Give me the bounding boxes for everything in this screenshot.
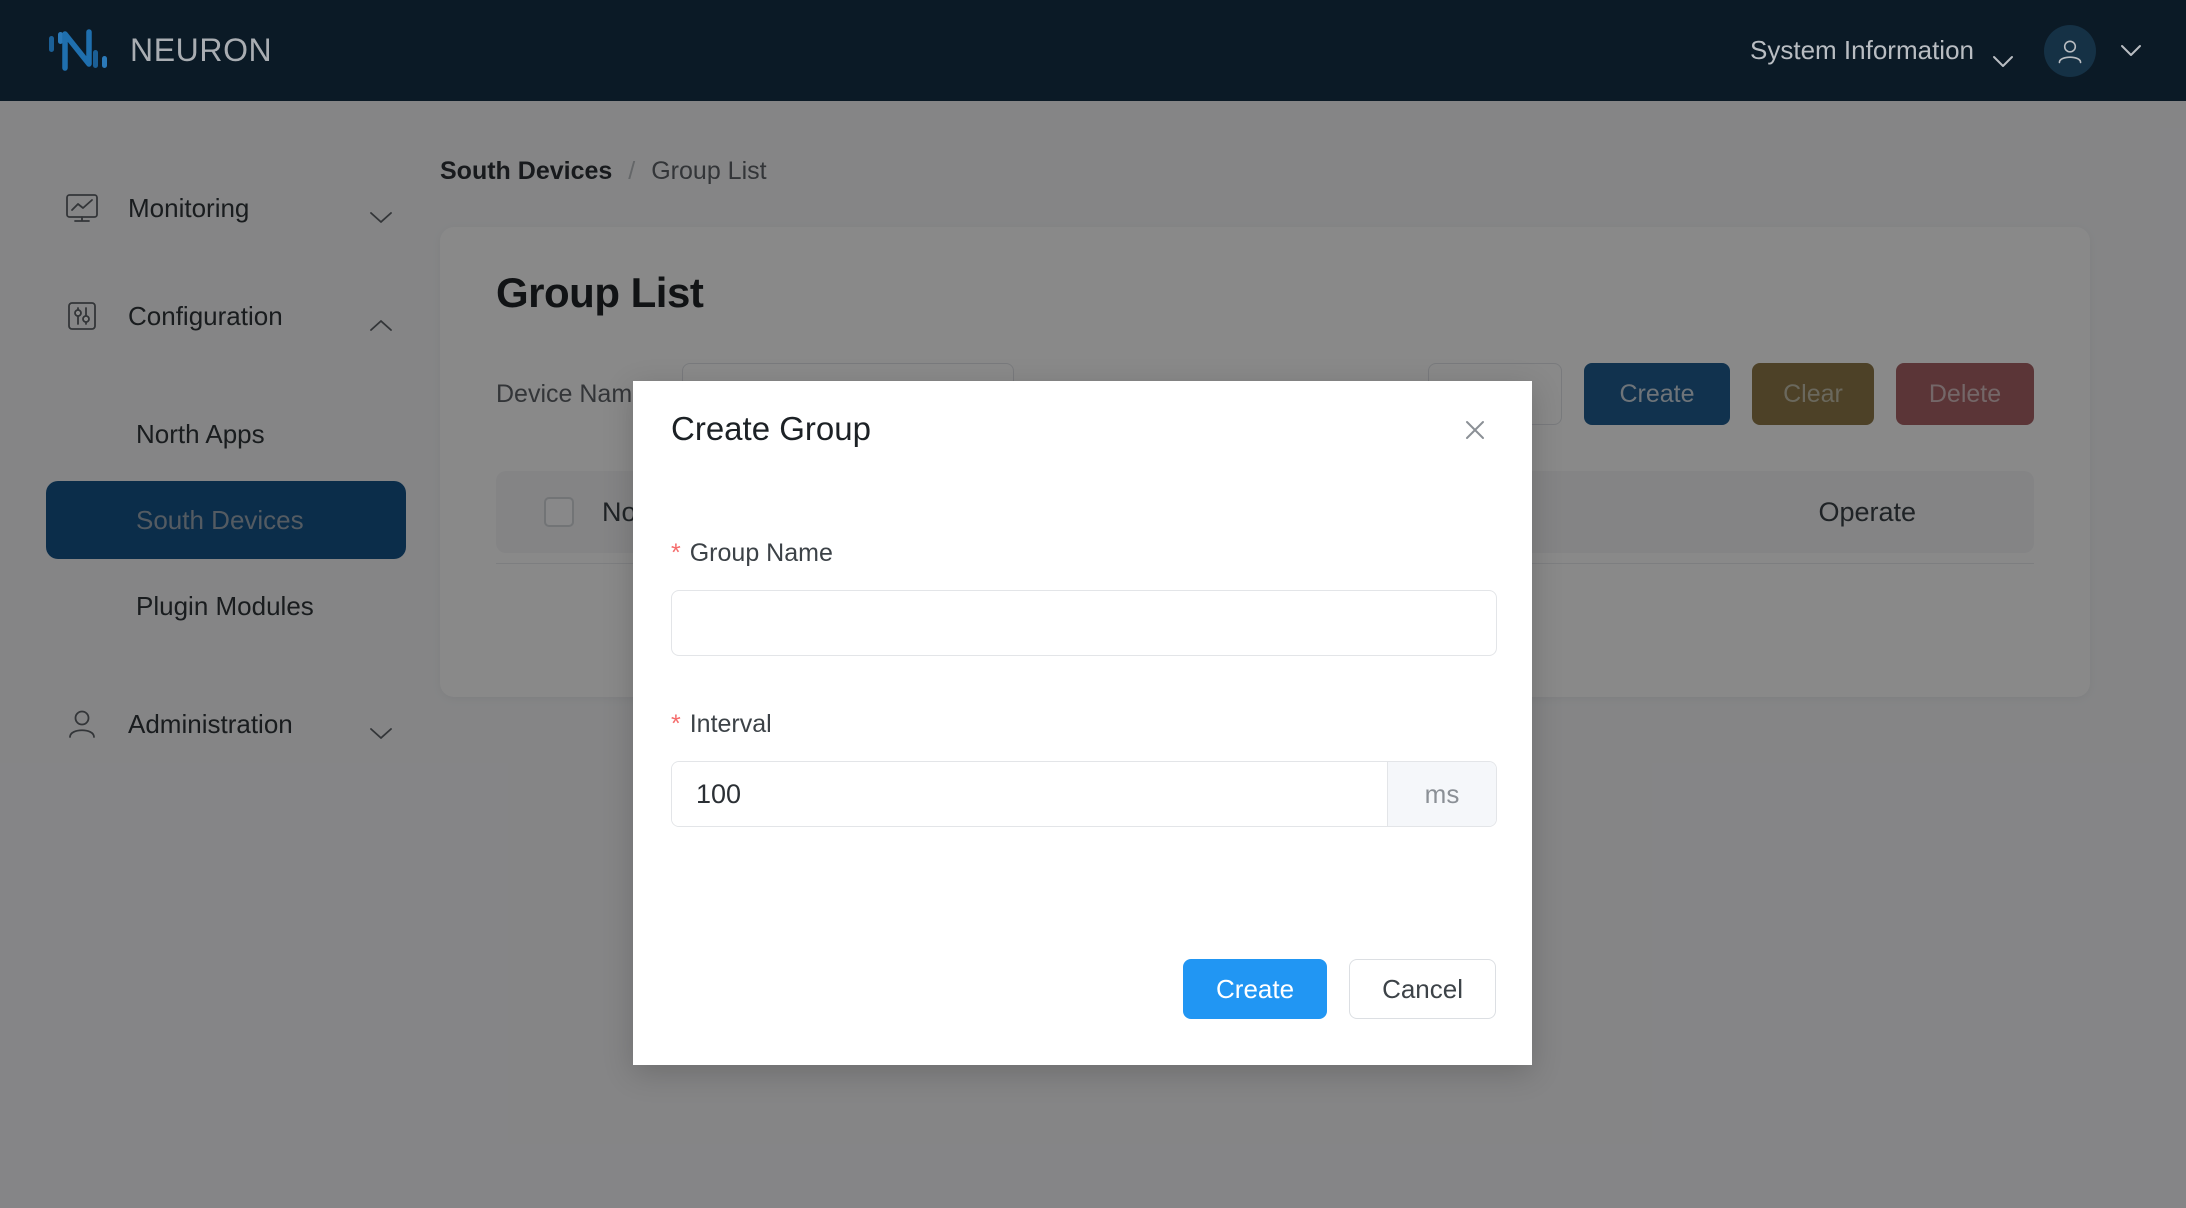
app-header: NEURON System Information bbox=[0, 0, 2186, 101]
dialog-create-button[interactable]: Create bbox=[1183, 959, 1327, 1019]
required-marker: * bbox=[671, 541, 681, 566]
avatar[interactable] bbox=[2044, 25, 2096, 77]
group-name-input[interactable] bbox=[671, 590, 1497, 656]
interval-unit-addon: ms bbox=[1387, 762, 1496, 826]
close-icon[interactable] bbox=[1460, 415, 1490, 445]
system-information-menu[interactable]: System Information bbox=[1750, 35, 2014, 66]
field-label-text: Interval bbox=[690, 710, 772, 739]
dialog-title: Create Group bbox=[671, 410, 871, 448]
dialog-cancel-button[interactable]: Cancel bbox=[1349, 959, 1496, 1019]
user-menu[interactable] bbox=[2044, 25, 2142, 77]
brand-name: NEURON bbox=[130, 32, 272, 69]
chevron-down-icon[interactable] bbox=[2120, 44, 2142, 57]
dialog-header: Create Group bbox=[669, 381, 1496, 477]
interval-label: * Interval bbox=[671, 710, 1494, 739]
field-label-text: Group Name bbox=[690, 539, 833, 568]
interval-input-group: 100 ms bbox=[671, 761, 1497, 827]
dialog-body: * Group Name * Interval 100 ms bbox=[669, 477, 1496, 827]
chevron-down-icon bbox=[1992, 44, 2014, 57]
dialog-footer: Create Cancel bbox=[1183, 959, 1496, 1019]
field-spacer bbox=[671, 656, 1494, 710]
system-information-label: System Information bbox=[1750, 35, 1974, 66]
create-group-dialog: Create Group * Group Name * Interval 100… bbox=[633, 381, 1532, 1065]
required-marker: * bbox=[671, 712, 681, 737]
header-right: System Information bbox=[1750, 25, 2142, 77]
neuron-logo-icon bbox=[48, 28, 108, 74]
group-name-label: * Group Name bbox=[671, 539, 1494, 568]
interval-input[interactable]: 100 bbox=[672, 762, 1387, 826]
brand: NEURON bbox=[48, 28, 272, 74]
